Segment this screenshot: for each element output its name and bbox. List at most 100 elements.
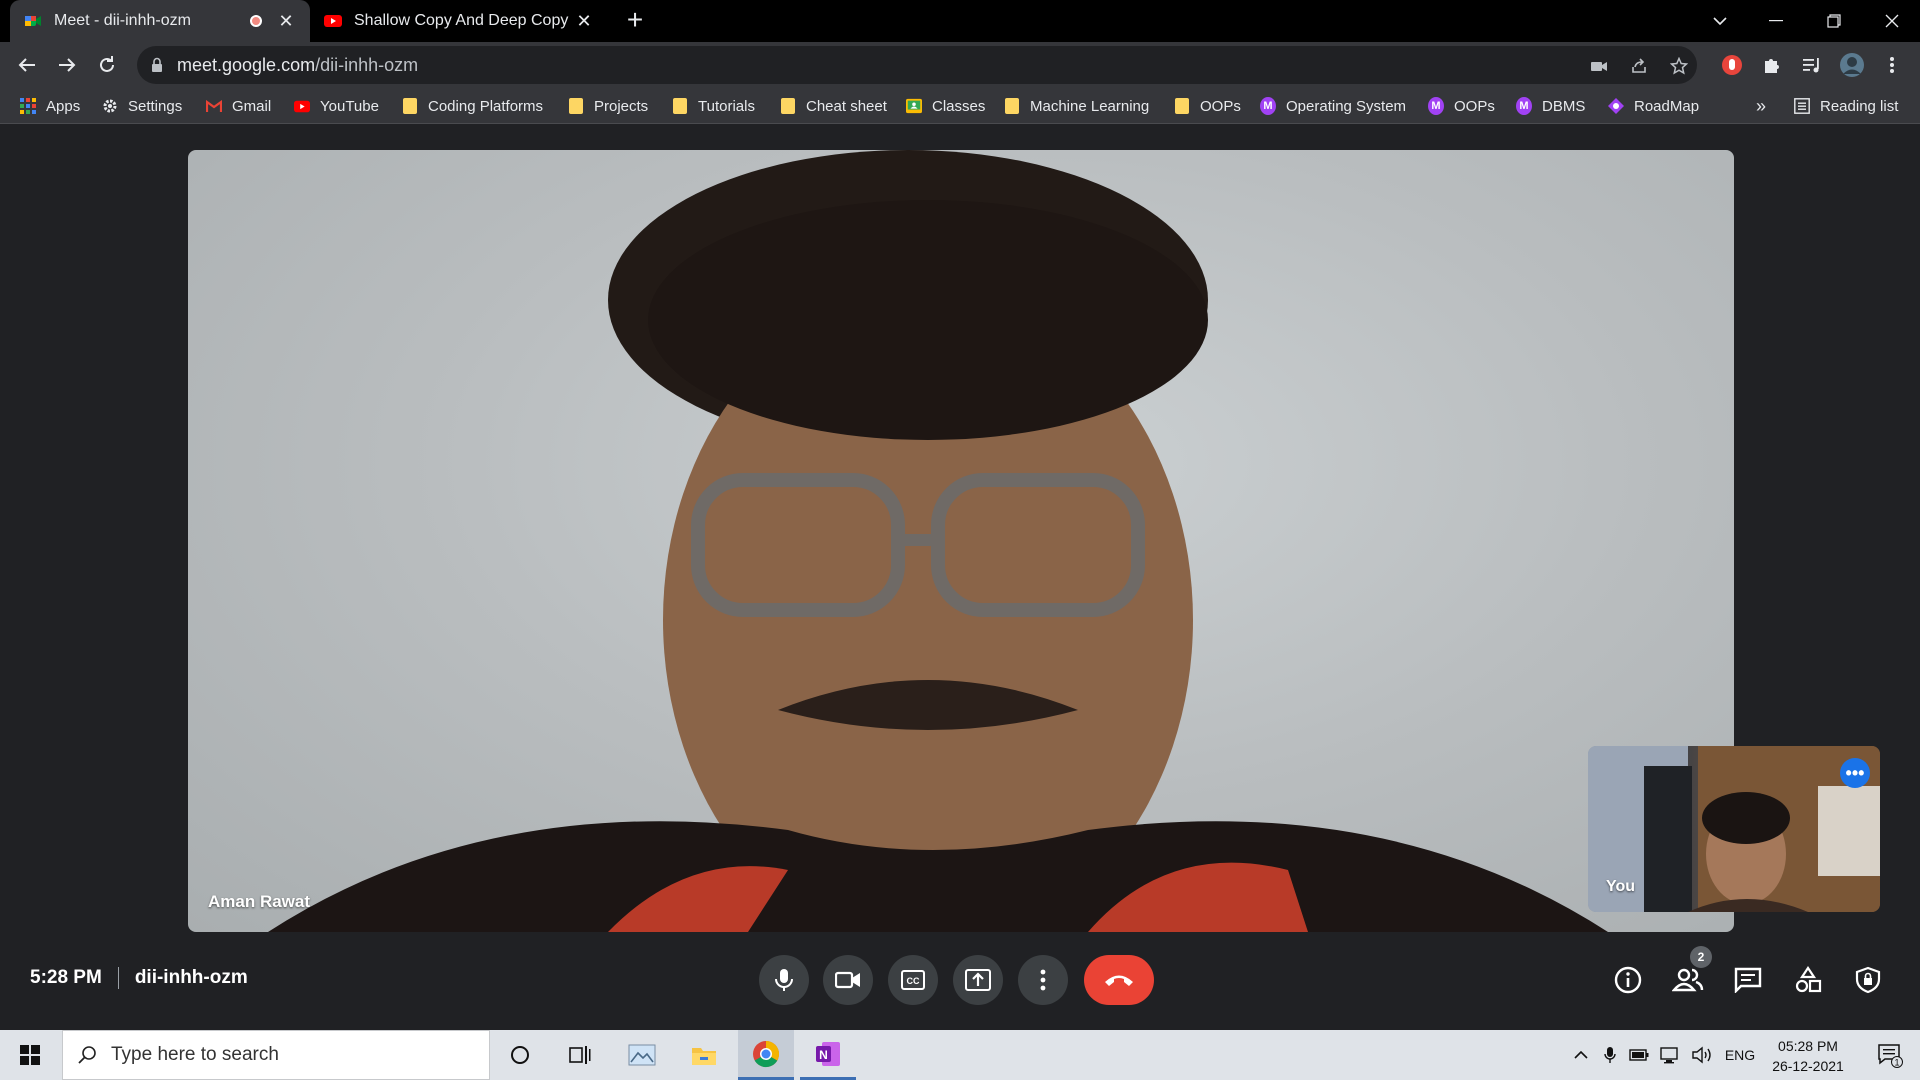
bookmark-label: Projects	[594, 97, 649, 115]
url-text: meet.google.com/dii-inhh-ozm	[177, 55, 418, 76]
tab-search-chevron-icon[interactable]	[1692, 0, 1748, 42]
bookmark-projects[interactable]: Projects	[568, 94, 648, 118]
media-control-icon[interactable]	[1798, 51, 1826, 79]
cortana-button[interactable]	[492, 1030, 548, 1080]
extensions-puzzle-icon[interactable]	[1758, 51, 1786, 79]
folder-icon	[692, 1048, 716, 1065]
microphone-button[interactable]	[759, 955, 809, 1005]
bookmark-tutorials[interactable]: Tutorials	[672, 94, 755, 118]
activities-button[interactable]	[1788, 960, 1828, 1000]
taskbar-app-file-explorer[interactable]	[676, 1030, 732, 1080]
close-tab-icon[interactable]: ✕	[574, 11, 594, 31]
more-options-button[interactable]	[1018, 955, 1068, 1005]
bookmark-apps[interactable]: Apps	[20, 94, 80, 118]
bookmark-label: OOPs	[1200, 97, 1241, 115]
chat-button[interactable]	[1728, 960, 1768, 1000]
windows-taskbar: Type here to search N ENG 05:28 PM 26-12…	[0, 1030, 1920, 1080]
bookmarks-overflow-button[interactable]: »	[1756, 94, 1766, 118]
reload-button[interactable]	[91, 49, 123, 81]
taskbar-app-photos[interactable]	[614, 1030, 670, 1080]
tab-title: Meet - dii-inhh-ozm	[54, 12, 191, 29]
taskbar-clock[interactable]: 05:28 PM 26-12-2021	[1764, 1036, 1852, 1076]
bookmark-label: Classes	[932, 97, 986, 115]
self-view-tile[interactable]: ••• You	[1588, 746, 1880, 912]
close-tab-icon[interactable]: ✕	[276, 11, 296, 31]
microphone-in-use-icon[interactable]	[1598, 1030, 1622, 1080]
present-screen-icon	[965, 969, 991, 991]
new-tab-button[interactable]: +	[620, 6, 650, 36]
start-button[interactable]	[0, 1030, 60, 1080]
close-window-button[interactable]	[1864, 0, 1920, 42]
camera-in-use-icon[interactable]	[1588, 55, 1610, 77]
tab-meet[interactable]: Meet - dii-inhh-ozm ✕	[10, 0, 310, 42]
chrome-icon	[753, 1040, 780, 1067]
restore-button[interactable]	[1806, 0, 1862, 42]
folder-icon	[672, 98, 688, 114]
gear-icon	[102, 98, 118, 114]
participant-name: Aman Rawat	[208, 892, 311, 911]
m-circle-icon: M	[1260, 97, 1276, 115]
profile-avatar[interactable]	[1838, 51, 1866, 79]
bookmark-machine-learning[interactable]: Machine Learning	[1004, 94, 1149, 118]
bookmark-coding-platforms[interactable]: Coding Platforms	[402, 94, 543, 118]
show-hidden-icons-chevron-icon[interactable]	[1568, 1030, 1594, 1080]
folder-icon	[568, 98, 584, 114]
adblock-extension-icon[interactable]	[1718, 51, 1746, 79]
bookmark-label: Coding Platforms	[428, 97, 544, 115]
participant-count-badge: 2	[1690, 946, 1712, 968]
divider	[117, 967, 119, 989]
browser-toolbar: meet.google.com/dii-inhh-ozm	[0, 42, 1920, 88]
youtube-icon	[294, 98, 310, 114]
share-icon[interactable]	[1628, 55, 1650, 77]
taskbar-app-onenote[interactable]: N	[800, 1030, 856, 1080]
self-view-label: You	[1606, 878, 1636, 895]
network-icon[interactable]	[1656, 1030, 1684, 1080]
present-screen-button[interactable]	[953, 955, 1003, 1005]
recording-indicator-icon	[250, 15, 262, 27]
input-language-indicator[interactable]: ENG	[1720, 1030, 1760, 1080]
chrome-menu-icon[interactable]	[1878, 51, 1906, 79]
self-view-more-options-icon[interactable]: •••	[1840, 758, 1870, 788]
bookmark-roadmap[interactable]: RoadMap	[1608, 94, 1699, 118]
tab-youtube[interactable]: Shallow Copy And Deep Copy In ✕	[310, 0, 608, 42]
activities-shapes-icon	[1795, 966, 1822, 993]
bookmark-label: Operating System	[1286, 97, 1407, 115]
back-arrow-icon	[18, 58, 35, 72]
meeting-details-button[interactable]	[1608, 960, 1648, 1000]
microphone-icon	[775, 969, 793, 991]
m-circle-icon: M	[1516, 97, 1532, 115]
folder-icon	[1004, 98, 1020, 114]
forward-button[interactable]	[51, 49, 83, 81]
bookmark-label: Gmail	[232, 97, 272, 115]
bookmark-gmail[interactable]: Gmail	[206, 94, 271, 118]
search-icon	[78, 1046, 96, 1064]
taskbar-app-chrome[interactable]	[738, 1030, 794, 1080]
battery-icon[interactable]	[1626, 1030, 1652, 1080]
bookmark-label: OOPs	[1454, 97, 1495, 115]
bookmark-star-icon[interactable]	[1668, 55, 1690, 77]
bookmark-settings[interactable]: Settings	[102, 94, 182, 118]
action-center-button[interactable]: 1	[1864, 1030, 1916, 1080]
bookmark-oops[interactable]: M OOPs	[1428, 94, 1495, 118]
captions-button[interactable]: CC	[888, 955, 938, 1005]
bookmark-oops-folder[interactable]: OOPs	[1174, 94, 1241, 118]
back-button[interactable]	[11, 49, 43, 81]
main-participant-video[interactable]: Aman Rawat	[188, 150, 1734, 932]
taskbar-search-box[interactable]: Type here to search	[62, 1030, 490, 1080]
cortana-circle-icon	[511, 1046, 529, 1064]
minimize-button[interactable]	[1748, 0, 1804, 42]
bookmark-dbms[interactable]: M DBMS	[1516, 94, 1585, 118]
lock-icon	[152, 57, 162, 72]
bookmark-youtube[interactable]: YouTube	[294, 94, 379, 118]
leave-call-button[interactable]	[1084, 955, 1154, 1005]
host-controls-button[interactable]	[1848, 960, 1888, 1000]
camera-button[interactable]	[823, 955, 873, 1005]
volume-icon[interactable]	[1688, 1030, 1716, 1080]
address-bar[interactable]: meet.google.com/dii-inhh-ozm	[137, 46, 1697, 84]
bookmark-operating-system[interactable]: M Operating System	[1260, 94, 1406, 118]
windows-logo-icon	[20, 1045, 40, 1065]
bookmark-classes[interactable]: Classes	[906, 94, 985, 118]
bookmark-cheat-sheet[interactable]: Cheat sheet	[780, 94, 887, 118]
task-view-button[interactable]	[552, 1030, 608, 1080]
reading-list-button[interactable]: Reading list	[1794, 94, 1898, 118]
